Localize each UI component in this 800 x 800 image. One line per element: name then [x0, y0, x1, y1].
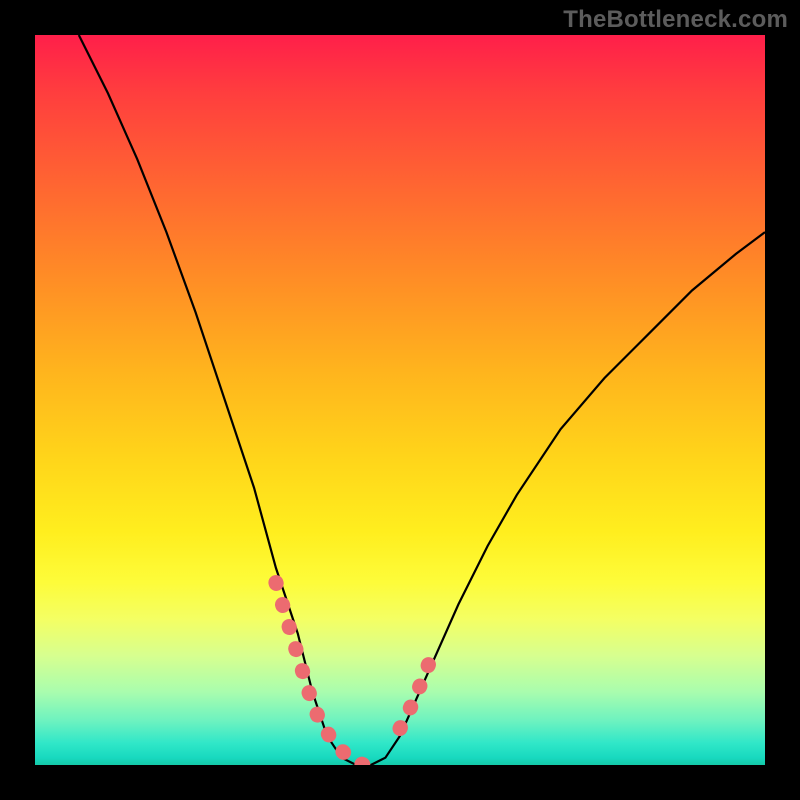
chart-frame: TheBottleneck.com — [0, 0, 800, 800]
watermark-text: TheBottleneck.com — [563, 6, 788, 34]
plot-area — [35, 35, 765, 765]
highlight-right-path — [400, 663, 429, 729]
highlight-left-path — [276, 583, 378, 766]
chart-svg — [35, 35, 765, 765]
bottleneck-curve-path — [79, 35, 765, 765]
